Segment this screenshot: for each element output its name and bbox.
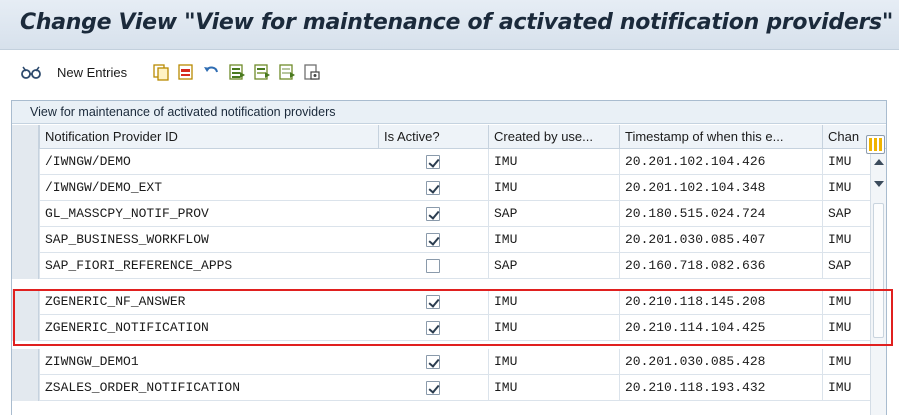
vertical-scrollbar[interactable] [870, 149, 886, 415]
provider-id-cell: GL_MASSCPY_NOTIF_PROV [39, 201, 378, 227]
created-by-cell: IMU [488, 149, 619, 175]
table-title: View for maintenance of activated notifi… [12, 101, 886, 124]
provider-id-cell: ZGENERIC_NOTIFICATION [39, 315, 378, 341]
row-selector[interactable] [12, 375, 39, 401]
title-bar: Change View "View for maintenance of act… [0, 0, 899, 50]
timestamp-cell: 20.210.114.104.425 [619, 315, 822, 341]
deselect-all-icon[interactable] [278, 63, 296, 81]
column-header-created-by[interactable]: Created by use... [488, 125, 619, 149]
row-selector[interactable] [12, 201, 39, 227]
changed-by-cell: IMU [822, 349, 870, 375]
timestamp-cell: 20.160.718.082.636 [619, 253, 822, 279]
timestamp-cell: 20.201.030.085.428 [619, 349, 822, 375]
table-row[interactable]: ZIWNGW_DEMO1 IMU 20.201.030.085.428 IMU [12, 349, 870, 375]
scroll-up-arrow-icon[interactable] [874, 159, 884, 165]
delete-icon[interactable] [177, 63, 195, 81]
is-active-checkbox[interactable] [426, 355, 440, 369]
changed-by-cell: SAP [822, 201, 870, 227]
table-row[interactable]: /IWNGW/DEMO IMU 20.201.102.104.426 IMU [12, 149, 870, 175]
created-by-cell: IMU [488, 315, 619, 341]
column-header-is-active[interactable]: Is Active? [378, 125, 488, 149]
changed-by-cell: IMU [822, 375, 870, 401]
changed-by-cell: IMU [822, 315, 870, 341]
provider-id-cell: ZGENERIC_NF_ANSWER [39, 289, 378, 315]
row-selector[interactable] [12, 289, 39, 315]
created-by-cell: IMU [488, 227, 619, 253]
changed-by-cell: IMU [822, 149, 870, 175]
table-row[interactable]: ZGENERIC_NOTIFICATION IMU 20.210.114.104… [12, 315, 870, 341]
table-row[interactable]: ZGENERIC_NF_ANSWER IMU 20.210.118.145.20… [12, 289, 870, 315]
timestamp-cell: 20.210.118.193.432 [619, 375, 822, 401]
table-row[interactable]: SAP_FIORI_REFERENCE_APPS SAP 20.160.718.… [12, 253, 870, 279]
is-active-checkbox[interactable] [426, 207, 440, 221]
is-active-checkbox[interactable] [426, 181, 440, 195]
page-title: Change View "View for maintenance of act… [20, 10, 893, 35]
provider-id-cell: ZSALES_ORDER_NOTIFICATION [39, 375, 378, 401]
column-header-changed-by[interactable]: Chan [822, 125, 870, 149]
row-selector[interactable] [12, 227, 39, 253]
select-all-icon[interactable] [228, 63, 246, 81]
table-row[interactable]: SAP_BUSINESS_WORKFLOW IMU 20.201.030.085… [12, 227, 870, 253]
timestamp-cell: 20.201.030.085.407 [619, 227, 822, 253]
timestamp-cell: 20.210.118.145.208 [619, 289, 822, 315]
provider-id-cell: SAP_FIORI_REFERENCE_APPS [39, 253, 378, 279]
is-active-checkbox[interactable] [426, 381, 440, 395]
table-row[interactable]: /IWNGW/DEMO_EXT IMU 20.201.102.104.348 I… [12, 175, 870, 201]
select-all-column-header[interactable] [12, 125, 39, 149]
provider-id-cell: /IWNGW/DEMO_EXT [39, 175, 378, 201]
undo-icon[interactable] [202, 63, 220, 81]
timestamp-cell: 20.201.102.104.348 [619, 175, 822, 201]
provider-id-cell: ZIWNGW_DEMO1 [39, 349, 378, 375]
row-selector[interactable] [12, 349, 39, 375]
column-header-timestamp[interactable]: Timestamp of when this e... [619, 125, 822, 149]
changed-by-cell: IMU [822, 227, 870, 253]
print-icon[interactable] [303, 63, 321, 81]
timestamp-cell: 20.180.515.024.724 [619, 201, 822, 227]
changed-by-cell: IMU [822, 175, 870, 201]
row-selector[interactable] [12, 175, 39, 201]
created-by-cell: SAP [488, 201, 619, 227]
copy-icon[interactable] [152, 63, 170, 81]
row-selector[interactable] [12, 253, 39, 279]
created-by-cell: SAP [488, 253, 619, 279]
is-active-checkbox[interactable] [426, 155, 440, 169]
is-active-checkbox[interactable] [426, 259, 440, 273]
table-header: Notification Provider ID Is Active? Crea… [12, 125, 886, 149]
scrollbar-thumb[interactable] [873, 203, 884, 338]
table-frame: View for maintenance of activated notifi… [11, 100, 887, 415]
is-active-checkbox[interactable] [426, 295, 440, 309]
scroll-down-arrow-icon[interactable] [874, 181, 884, 187]
created-by-cell: IMU [488, 175, 619, 201]
row-selector[interactable] [12, 315, 39, 341]
is-active-checkbox[interactable] [426, 321, 440, 335]
column-header-provider-id[interactable]: Notification Provider ID [39, 125, 378, 149]
changed-by-cell: SAP [822, 253, 870, 279]
timestamp-cell: 20.201.102.104.426 [619, 149, 822, 175]
new-entries-button[interactable]: New Entries [57, 63, 127, 81]
table-row[interactable]: GL_MASSCPY_NOTIF_PROV SAP 20.180.515.024… [12, 201, 870, 227]
is-active-checkbox[interactable] [426, 233, 440, 247]
column-settings-icon[interactable] [866, 135, 885, 154]
row-selector[interactable] [12, 149, 39, 175]
created-by-cell: IMU [488, 289, 619, 315]
provider-id-cell: SAP_BUSINESS_WORKFLOW [39, 227, 378, 253]
new-entries-label: New Entries [57, 64, 128, 80]
table-row[interactable]: ZSALES_ORDER_NOTIFICATION IMU 20.210.118… [12, 375, 870, 401]
created-by-cell: IMU [488, 349, 619, 375]
glasses-icon[interactable] [20, 63, 42, 81]
created-by-cell: IMU [488, 375, 619, 401]
changed-by-cell: IMU [822, 289, 870, 315]
select-block-icon[interactable] [253, 63, 271, 81]
application-toolbar: New Entries [0, 51, 899, 93]
provider-id-cell: /IWNGW/DEMO [39, 149, 378, 175]
